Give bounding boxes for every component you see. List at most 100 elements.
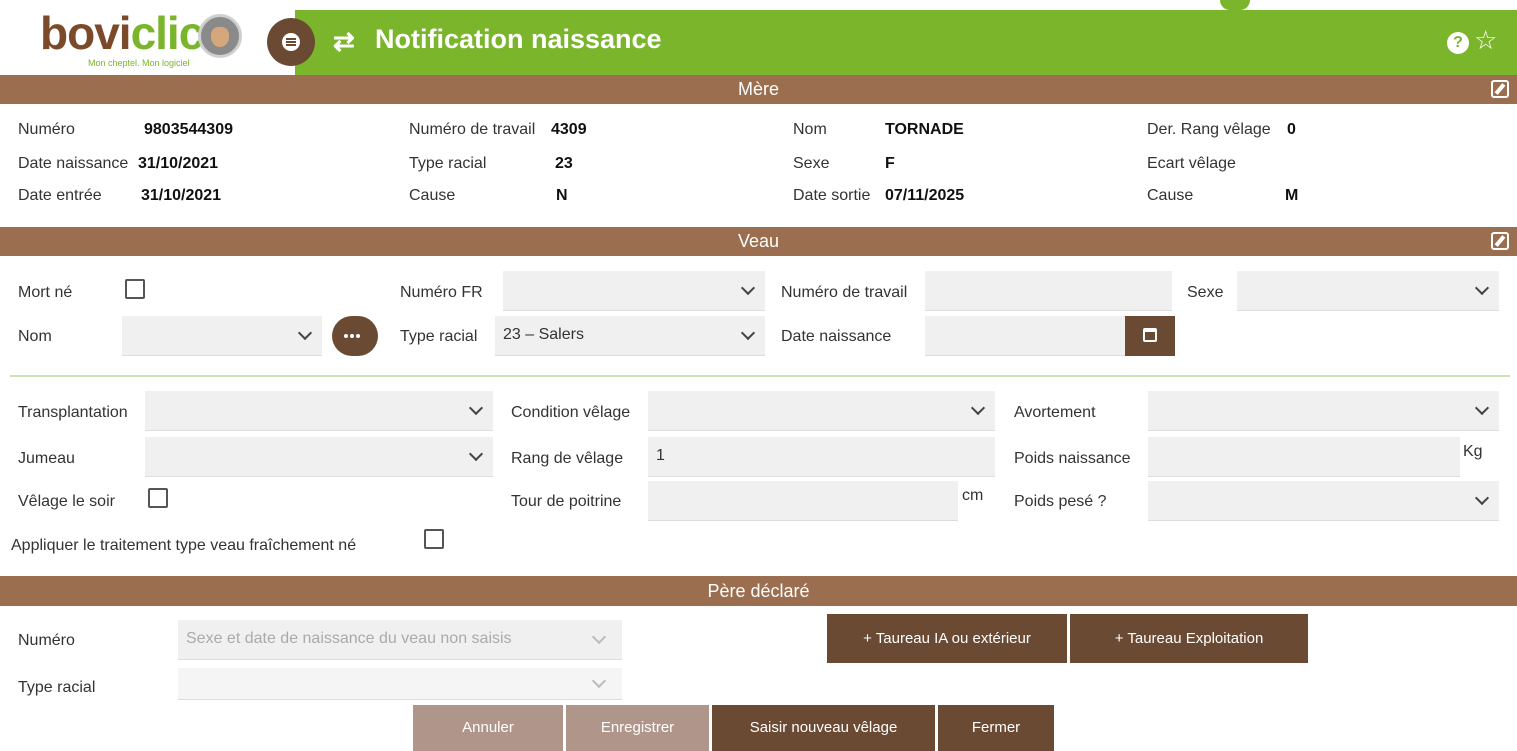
cancel-button[interactable]: Annuler bbox=[413, 705, 563, 751]
condition-velage-select[interactable] bbox=[648, 391, 995, 431]
section-header-pere: Père déclaré bbox=[0, 576, 1517, 606]
calendar-icon bbox=[1143, 328, 1157, 342]
chevron-down-icon bbox=[468, 400, 484, 416]
mere-der-rang-label: Der. Rang vêlage bbox=[1147, 121, 1271, 138]
tour-poitrine-label: Tour de poitrine bbox=[511, 493, 622, 510]
pere-type-racial-select[interactable] bbox=[178, 668, 622, 700]
tour-poitrine-input[interactable] bbox=[648, 481, 958, 521]
section-title-pere: Père déclaré bbox=[707, 581, 810, 601]
numero-travail-input[interactable] bbox=[925, 271, 1172, 311]
help-icon[interactable]: ? bbox=[1447, 32, 1469, 54]
sexe-select[interactable] bbox=[1237, 271, 1499, 311]
section-title-mere: Mère bbox=[737, 79, 779, 99]
avortement-label: Avortement bbox=[1014, 404, 1096, 421]
mere-der-rang-value: 0 bbox=[1287, 121, 1296, 138]
rang-velage-value: 1 bbox=[656, 447, 665, 464]
chevron-down-icon bbox=[1474, 490, 1490, 506]
top-bar: boviclic Mon cheptel. Mon logiciel ⇄ Not… bbox=[0, 0, 1517, 75]
transplantation-select[interactable] bbox=[145, 391, 493, 431]
nom-select[interactable] bbox=[122, 316, 322, 356]
velage-soir-checkbox[interactable] bbox=[148, 488, 168, 508]
mere-numero-travail-value: 4309 bbox=[551, 121, 587, 138]
mort-ne-checkbox[interactable] bbox=[125, 279, 145, 299]
traitement-label: Appliquer le traitement type veau fraîch… bbox=[11, 537, 357, 554]
add-taureau-exploitation-button[interactable]: + Taureau Exploitation bbox=[1070, 614, 1308, 663]
mere-cause2-value: M bbox=[1285, 187, 1299, 204]
pere-numero-select[interactable]: Sexe et date de naissance du veau non sa… bbox=[178, 620, 622, 660]
mere-cause-label: Cause bbox=[409, 187, 456, 204]
mere-date-naissance-label: Date naissance bbox=[18, 155, 129, 172]
edit-icon[interactable] bbox=[1491, 232, 1509, 250]
poids-pese-label: Poids pesé ? bbox=[1014, 493, 1107, 510]
pere-type-racial-label: Type racial bbox=[18, 679, 96, 696]
favorite-star-icon[interactable]: ☆ bbox=[1474, 26, 1497, 54]
veau-nom-label: Nom bbox=[18, 328, 52, 345]
chevron-down-icon bbox=[468, 446, 484, 462]
poids-naissance-input[interactable] bbox=[1148, 437, 1460, 477]
edit-icon[interactable] bbox=[1491, 80, 1509, 98]
mere-date-naissance-value: 31/10/2021 bbox=[138, 155, 219, 172]
section-header-veau: Veau bbox=[0, 227, 1517, 256]
chevron-down-icon bbox=[297, 325, 313, 341]
mere-type-racial-value: 23 bbox=[555, 155, 573, 172]
mere-ecart-label: Ecart vêlage bbox=[1147, 155, 1236, 172]
type-racial-value: 23 – Salers bbox=[503, 326, 584, 343]
mere-nom-value: TORNADE bbox=[885, 121, 964, 138]
logo-text-part1: bovi bbox=[40, 7, 132, 59]
close-button[interactable]: Fermer bbox=[938, 705, 1054, 751]
rang-velage-label: Rang de vêlage bbox=[511, 450, 624, 467]
page-title: Notification naissance bbox=[375, 24, 662, 54]
chevron-down-icon bbox=[740, 280, 756, 296]
date-naissance-input[interactable] bbox=[925, 316, 1125, 356]
avortement-select[interactable] bbox=[1148, 391, 1499, 431]
more-options-button[interactable] bbox=[332, 316, 378, 356]
pere-numero-placeholder: Sexe et date de naissance du veau non sa… bbox=[186, 630, 512, 647]
tour-unit: cm bbox=[962, 487, 984, 504]
chevron-down-icon bbox=[740, 325, 756, 341]
veau-date-naissance-label: Date naissance bbox=[781, 328, 892, 345]
veau-type-racial-label: Type racial bbox=[400, 328, 478, 345]
veau-sexe-label: Sexe bbox=[1187, 284, 1224, 301]
logo-wordmark: boviclic bbox=[40, 6, 205, 60]
traitement-checkbox[interactable] bbox=[424, 529, 444, 549]
mere-numero-travail-label: Numéro de travail bbox=[409, 121, 536, 138]
save-button[interactable]: Enregistrer bbox=[566, 705, 709, 751]
chevron-down-icon bbox=[1474, 280, 1490, 296]
veau-numero-fr-label: Numéro FR bbox=[400, 284, 483, 301]
hamburger-icon bbox=[282, 33, 300, 51]
mere-type-racial-label: Type racial bbox=[409, 155, 487, 172]
mere-nom-label: Nom bbox=[793, 121, 827, 138]
jumeau-select[interactable] bbox=[145, 437, 493, 477]
chevron-down-icon bbox=[591, 673, 607, 689]
chevron-down-icon bbox=[1474, 400, 1490, 416]
condition-velage-label: Condition vêlage bbox=[511, 404, 631, 421]
type-racial-select[interactable]: 23 – Salers bbox=[495, 316, 765, 356]
mere-date-entree-value: 31/10/2021 bbox=[141, 187, 222, 204]
divider bbox=[10, 375, 1510, 377]
mere-sexe-label: Sexe bbox=[793, 155, 830, 172]
swap-icon[interactable]: ⇄ bbox=[333, 28, 367, 54]
new-calving-button[interactable]: Saisir nouveau vêlage bbox=[712, 705, 935, 751]
cow-icon bbox=[198, 14, 242, 58]
pere-numero-label: Numéro bbox=[18, 632, 75, 649]
logo-text-part2: clic bbox=[130, 7, 205, 59]
poids-naissance-label: Poids naissance bbox=[1014, 450, 1131, 467]
decorative-shape bbox=[1220, 0, 1250, 10]
mere-cause2-label: Cause bbox=[1147, 187, 1194, 204]
mere-numero-value: 9803544309 bbox=[144, 121, 233, 138]
add-taureau-ia-button[interactable]: + Taureau IA ou extérieur bbox=[827, 614, 1067, 663]
boviclic-logo[interactable]: boviclic Mon cheptel. Mon logiciel bbox=[18, 6, 263, 72]
ellipsis-icon bbox=[344, 334, 348, 338]
mere-date-entree-label: Date entrée bbox=[18, 187, 102, 204]
section-title-veau: Veau bbox=[737, 231, 780, 251]
section-header-mere: Mère bbox=[0, 75, 1517, 104]
velage-soir-label: Vêlage le soir bbox=[18, 493, 115, 510]
calendar-button[interactable] bbox=[1125, 316, 1175, 356]
menu-button[interactable] bbox=[267, 18, 315, 66]
rang-velage-input[interactable]: 1 bbox=[648, 437, 995, 477]
numero-fr-select[interactable] bbox=[503, 271, 765, 311]
veau-numero-travail-label: Numéro de travail bbox=[781, 284, 908, 301]
mere-date-sortie-label: Date sortie bbox=[793, 187, 871, 204]
poids-pese-select[interactable] bbox=[1148, 481, 1499, 521]
veau-mort-ne-label: Mort né bbox=[18, 284, 73, 301]
